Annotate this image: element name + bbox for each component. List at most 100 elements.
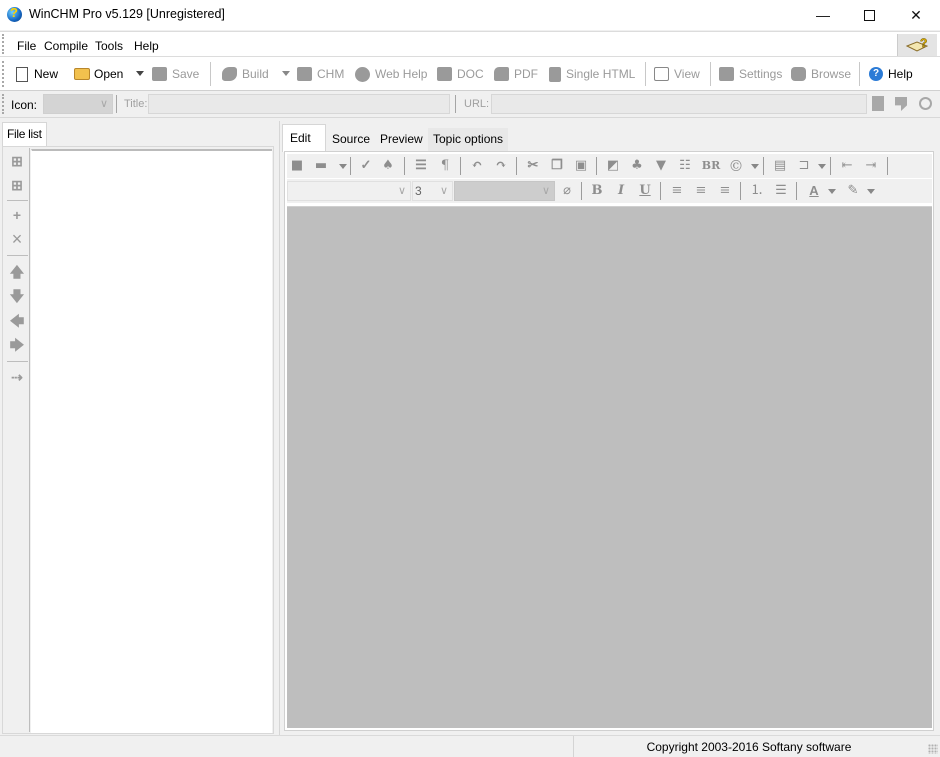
insert-hr-icon[interactable]: ☷	[677, 158, 693, 174]
menu-help[interactable]: Help	[134, 39, 159, 53]
move-left-icon[interactable]: 🡄	[8, 312, 26, 330]
insert-anchor-icon[interactable]: ▼	[653, 158, 669, 174]
add-topic-icon[interactable]: ⊞	[8, 152, 26, 170]
settings-button[interactable]: Settings	[719, 65, 782, 83]
highlight-color-icon[interactable]: ✎	[845, 183, 861, 199]
add-new-link-icon[interactable]: ⇢	[8, 368, 26, 386]
chm-button[interactable]: CHM	[297, 65, 344, 83]
url-input[interactable]	[491, 94, 867, 114]
separator	[796, 182, 797, 200]
help-button[interactable]: ? Help	[869, 65, 913, 83]
font-color-dropdown-icon[interactable]	[828, 189, 836, 194]
outdent-icon[interactable]: ⇤	[839, 158, 855, 174]
move-down-icon[interactable]: 🡇	[8, 287, 26, 305]
insert-table-icon[interactable]: ▤	[772, 158, 788, 174]
highlight-dropdown-icon[interactable]	[867, 189, 875, 194]
template-icon[interactable]: ▬	[313, 158, 329, 174]
align-left-icon[interactable]: ≡	[669, 183, 685, 199]
editor-canvas[interactable]	[287, 206, 932, 728]
menubar-grip[interactable]	[2, 34, 5, 54]
add-icon[interactable]: +	[8, 206, 26, 224]
new-button[interactable]: New	[16, 65, 58, 83]
insert-image-icon[interactable]: ◩	[605, 158, 621, 174]
help-book-icon: ?	[905, 36, 928, 52]
chevron-down-icon: ∨	[397, 185, 406, 197]
move-right-icon[interactable]: 🡆	[8, 336, 26, 354]
editor-toolbar-row-1: ■ ▬ ✓ ♠ ☰ ¶ ↶ ↷ ✂ ❐ ▣ ◩ ♣ ▼ ☷ BR © ▤ ⊐ ⇤…	[287, 154, 932, 178]
numbered-list-icon[interactable]: ⒈	[749, 183, 765, 199]
pilcrow-icon[interactable]: ¶	[437, 158, 453, 174]
context-help-button[interactable]: ?	[897, 34, 937, 56]
add-subtopic-icon[interactable]: ⊞	[8, 176, 26, 194]
icon-select[interactable]: ∨	[43, 94, 113, 114]
move-up-icon[interactable]: 🡅	[8, 263, 26, 281]
undo-icon[interactable]: ↶	[469, 158, 485, 174]
insert-br-button[interactable]: BR	[701, 158, 721, 174]
menu-compile[interactable]: Compile	[44, 39, 88, 53]
bookmark-icon[interactable]	[895, 97, 907, 111]
build-dropdown-caret-icon[interactable]	[282, 71, 290, 76]
bullet-list-icon[interactable]: ☰	[773, 183, 789, 199]
underline-button[interactable]: U	[637, 183, 653, 199]
chevron-down-icon: ∨	[541, 185, 550, 197]
indent-icon[interactable]: ⇥	[863, 158, 879, 174]
doc-button[interactable]: DOC	[437, 65, 484, 83]
italic-button[interactable]: I	[613, 183, 629, 199]
find-icon[interactable]: ♠	[380, 158, 396, 174]
toolbar-grip[interactable]	[2, 61, 5, 87]
window-title: WinCHM Pro v5.129 [Unregistered]	[29, 7, 225, 21]
spell-check-icon[interactable]: ✓	[358, 158, 374, 174]
tab-edit[interactable]: Edit	[282, 124, 326, 152]
web-help-button[interactable]: Web Help	[355, 65, 427, 83]
font-name-select[interactable]: ∨	[287, 181, 411, 201]
propbar-separator	[455, 95, 456, 113]
insert-object-icon[interactable]: ♣	[629, 158, 645, 174]
clear-url-icon[interactable]	[919, 97, 932, 110]
browse-button[interactable]: Browse	[791, 65, 851, 83]
table-layout-icon[interactable]: ⊐	[796, 158, 812, 174]
file-tree[interactable]	[31, 149, 272, 733]
minimize-button[interactable]: —	[800, 0, 846, 30]
template-dropdown-icon[interactable]	[339, 164, 347, 169]
symbol-dropdown-icon[interactable]	[751, 164, 759, 169]
open-button[interactable]: Open	[74, 65, 123, 83]
save-topic-icon[interactable]: ■	[289, 158, 305, 174]
paste-icon[interactable]: ▣	[573, 158, 589, 174]
build-button[interactable]: Build	[222, 65, 269, 83]
tab-topic-options[interactable]: Topic options	[428, 128, 508, 151]
redo-icon[interactable]: ↷	[493, 158, 509, 174]
close-button[interactable]: ✕	[893, 0, 939, 30]
doc-icon	[437, 67, 452, 81]
maximize-button[interactable]	[846, 0, 892, 30]
align-right-icon[interactable]: ≡	[717, 183, 733, 199]
bold-button[interactable]: B	[589, 183, 605, 199]
open-dropdown-caret-icon[interactable]	[136, 71, 144, 76]
separator	[350, 157, 351, 175]
resize-grip[interactable]	[928, 744, 938, 754]
menu-tools[interactable]: Tools	[95, 39, 123, 53]
copy-icon[interactable]: ❐	[549, 158, 565, 174]
paragraph-style-select[interactable]: ∨	[454, 181, 555, 201]
menu-file[interactable]: File	[17, 39, 36, 53]
clear-format-eraser-icon[interactable]: ⌀	[559, 183, 575, 199]
toolbar-separator	[710, 62, 711, 86]
font-size-select[interactable]: 3 ∨	[412, 181, 453, 201]
title-input[interactable]	[148, 94, 450, 114]
pdf-button[interactable]: PDF	[494, 65, 538, 83]
page-break-icon[interactable]: ☰	[413, 158, 429, 174]
single-html-button[interactable]: Single HTML	[549, 65, 635, 83]
insert-symbol-icon[interactable]: ©	[728, 158, 744, 174]
propbar-grip[interactable]	[2, 94, 5, 114]
view-button[interactable]: View	[654, 65, 700, 83]
align-center-icon[interactable]: ≡	[693, 183, 709, 199]
tab-source[interactable]: Source	[327, 128, 374, 151]
select-file-icon[interactable]	[872, 96, 884, 111]
font-color-button[interactable]: A	[806, 183, 822, 199]
save-button[interactable]: Save	[152, 65, 199, 83]
delete-icon[interactable]: ×	[8, 230, 26, 248]
cut-icon[interactable]: ✂	[525, 158, 541, 174]
table-dropdown-icon[interactable]	[818, 164, 826, 169]
tab-preview[interactable]: Preview	[375, 128, 427, 151]
title-bar: WinCHM Pro v5.129 [Unregistered] — ✕	[0, 0, 940, 30]
tab-file-list[interactable]: File list	[2, 122, 47, 146]
